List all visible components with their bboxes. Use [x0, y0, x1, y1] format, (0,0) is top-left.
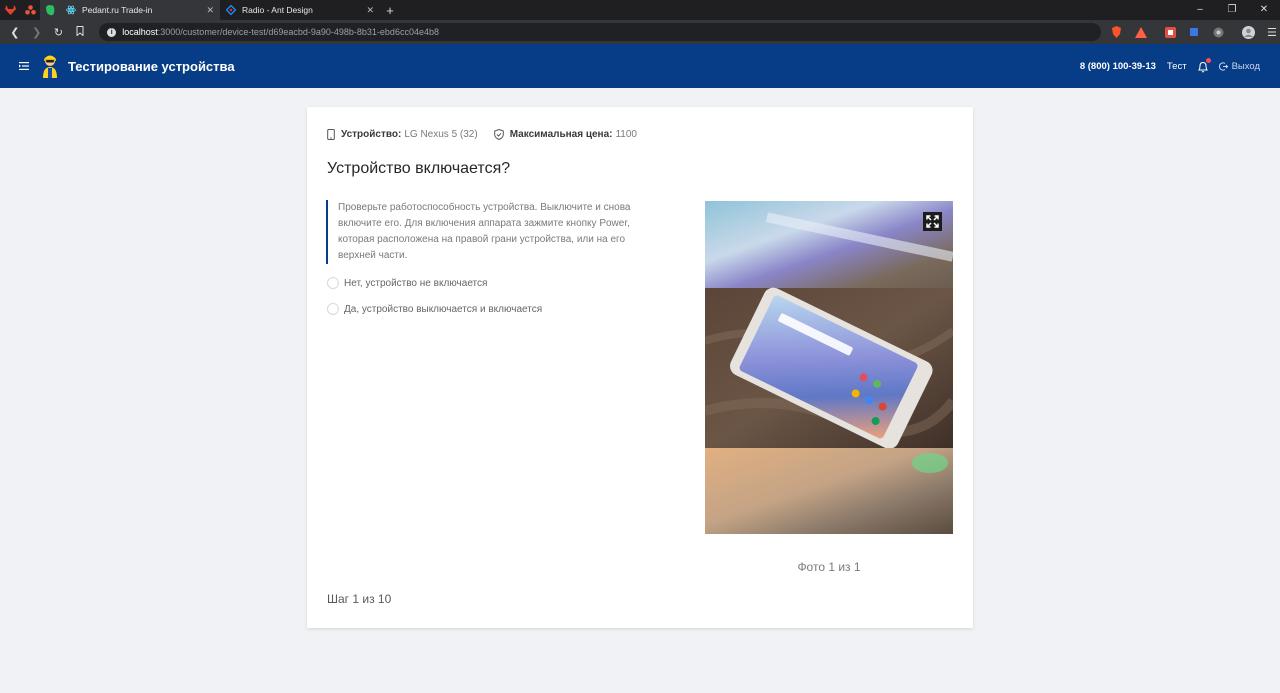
browser-menu-icon[interactable]: ☰	[1264, 24, 1280, 40]
close-window-icon[interactable]: ✕	[1248, 0, 1280, 20]
window-controls: – ❐ ✕	[1184, 0, 1280, 20]
device-meta: Устройство: LG Nexus 5 (32) Максимальная…	[327, 129, 653, 140]
question-hint: Проверьте работоспособность устройства. …	[326, 200, 656, 264]
app-header: Тестирование устройства 8 (800) 100-39-1…	[0, 44, 1280, 88]
pinned-tab-evernote[interactable]	[40, 0, 60, 20]
extension-red-icon[interactable]	[1163, 24, 1179, 40]
notifications-bell-icon[interactable]	[1197, 58, 1211, 73]
support-phone[interactable]: 8 (800) 100-39-13	[1080, 61, 1156, 72]
reload-icon[interactable]: ↻	[48, 26, 70, 39]
device-photo[interactable]	[705, 201, 953, 534]
radio-label: Нет, устройство не включается	[344, 277, 488, 289]
tab-close-icon[interactable]: ✕	[366, 5, 374, 16]
new-tab-icon[interactable]: +	[380, 3, 400, 18]
pinned-tab-2[interactable]	[20, 0, 40, 20]
photo-counter: Фото 1 из 1	[797, 560, 861, 574]
radio-option-no[interactable]: Нет, устройство не включается	[327, 277, 487, 289]
brave-shield-icon[interactable]	[1109, 24, 1125, 40]
brave-rewards-icon[interactable]	[1133, 24, 1149, 40]
notification-badge	[1205, 58, 1211, 63]
url-host: localhost	[122, 27, 158, 37]
evernote-icon	[46, 4, 55, 15]
tab-close-icon[interactable]: ✕	[206, 5, 214, 16]
safety-shield-icon	[493, 129, 504, 140]
user-name[interactable]: Тест	[1167, 61, 1187, 72]
ant-design-icon	[226, 5, 236, 15]
react-icon	[66, 5, 76, 15]
radio-circle[interactable]	[327, 277, 339, 289]
triangle-dots-icon	[24, 5, 36, 15]
max-price-value: 1100	[615, 129, 637, 140]
header-right: 8 (800) 100-39-13 Тест Выход	[1080, 44, 1260, 88]
gitlab-icon	[4, 5, 16, 15]
restore-icon[interactable]: ❐	[1216, 0, 1248, 20]
tab-title: Radio - Ant Design	[242, 5, 313, 15]
device-test-card: Устройство: LG Nexus 5 (32) Максимальная…	[307, 107, 973, 628]
radio-option-yes[interactable]: Да, устройство выключается и включается	[327, 303, 542, 315]
extension-gray-icon[interactable]	[1210, 24, 1226, 40]
logout-label: Выход	[1231, 60, 1260, 72]
logout-icon	[1218, 61, 1228, 71]
site-info-icon[interactable]: i	[107, 27, 117, 37]
device-label: Устройство:	[341, 129, 402, 140]
max-price-info: Максимальная цена: 1100	[493, 129, 637, 140]
tab-radio-ant-design[interactable]: Radio - Ant Design ✕	[220, 0, 380, 20]
extension-blue-icon[interactable]	[1186, 24, 1202, 40]
browser-tab-bar: Pedant.ru Trade-in ✕ Radio - Ant Design …	[0, 0, 1280, 20]
address-bar[interactable]: i localhost:3000/customer/device-test/d6…	[99, 23, 1101, 41]
tab-pedant[interactable]: Pedant.ru Trade-in ✕	[60, 0, 220, 20]
url-path: :3000/customer/device-test/d69eacbd-9a90…	[157, 27, 439, 37]
radio-circle[interactable]	[327, 303, 339, 315]
tab-title: Pedant.ru Trade-in	[82, 5, 153, 15]
mobile-icon	[327, 129, 335, 140]
question-title: Устройство включается?	[327, 160, 511, 177]
browser-toolbar: ❮ ❯ ↻ i localhost:3000/customer/device-t…	[0, 20, 1280, 44]
step-indicator: Шаг 1 из 10	[327, 592, 392, 606]
device-value: LG Nexus 5 (32)	[404, 129, 478, 140]
device-info: Устройство: LG Nexus 5 (32)	[327, 129, 478, 140]
fullscreen-expand-icon[interactable]	[923, 212, 942, 231]
pedant-logo-icon[interactable]	[40, 53, 60, 79]
radio-label: Да, устройство выключается и включается	[344, 303, 543, 315]
page-title: Тестирование устройства	[68, 58, 235, 74]
minimize-icon[interactable]: –	[1184, 0, 1216, 20]
profile-avatar-icon[interactable]	[1240, 24, 1256, 40]
bookmark-icon[interactable]	[69, 25, 91, 39]
device-photo-image	[705, 201, 953, 534]
logout-button[interactable]: Выход	[1218, 60, 1260, 72]
menu-fold-icon[interactable]	[19, 57, 31, 75]
pinned-tab-gitlab[interactable]	[0, 0, 20, 20]
forward-icon[interactable]: ❯	[26, 26, 48, 39]
back-icon[interactable]: ❮	[4, 26, 26, 39]
max-price-label: Максимальная цена:	[509, 129, 613, 140]
